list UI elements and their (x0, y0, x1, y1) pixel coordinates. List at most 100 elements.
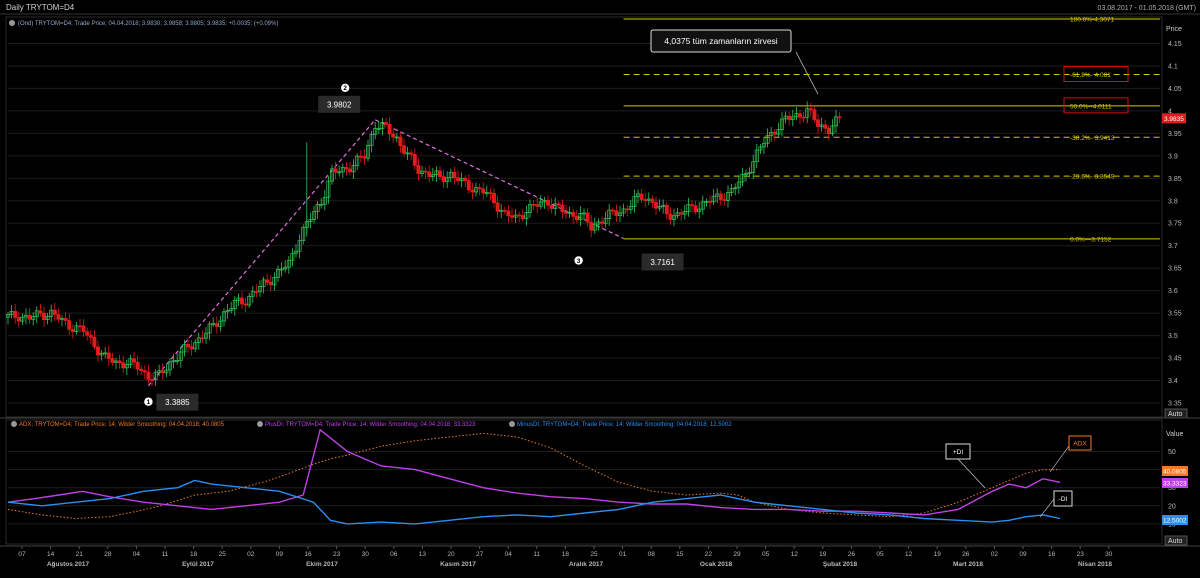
candle-body (787, 115, 792, 120)
x-day-tick: 05 (876, 551, 884, 558)
indicator-y-tick: 20 (1168, 503, 1176, 510)
chart-window: Daily TRYTOM=D4 03.08.2017 - 01.05.2018 … (0, 0, 1200, 578)
x-month-label: Kasım 2017 (440, 561, 476, 568)
price-y-tick: 3.75 (1168, 221, 1182, 228)
candle-body (398, 136, 403, 147)
candle-body (358, 155, 363, 158)
legend-icon (9, 20, 15, 26)
last-price-value: 3.9835 (1164, 116, 1184, 123)
candle-body (571, 211, 576, 217)
indicator-auto-label: Auto (1168, 538, 1183, 545)
candle-body (798, 113, 802, 118)
candle-body (438, 170, 442, 177)
x-day-tick: 21 (76, 551, 84, 558)
candle-body (564, 211, 568, 214)
x-day-tick: 25 (590, 551, 598, 558)
candle-body (70, 329, 75, 332)
candle-body (106, 352, 111, 359)
candle-body (549, 204, 554, 209)
fib-level-label: -61.8%- 4.081 (1070, 72, 1111, 79)
price-y-tick: 3.45 (1168, 356, 1182, 363)
x-month-label: Mart 2018 (953, 561, 983, 568)
x-day-tick: 09 (1019, 551, 1027, 558)
candle-body (243, 303, 248, 306)
candle-body (81, 325, 86, 333)
x-month-label: Eylül 2017 (182, 561, 214, 568)
x-day-tick: 15 (676, 551, 684, 558)
candle-body (816, 119, 820, 127)
indicator-legend-icon (257, 421, 263, 427)
x-day-tick: 13 (419, 551, 427, 558)
chart-svg[interactable]: Daily TRYTOM=D4 03.08.2017 - 01.05.2018 … (0, 0, 1200, 578)
x-day-tick: 11 (162, 551, 169, 558)
candle-body (427, 171, 432, 177)
candle-body (146, 371, 151, 380)
fib-level-label: -38.2%- 3.9413 (1070, 135, 1115, 142)
indicator-label-text: ADX (1073, 441, 1087, 448)
price-y-tick: 3.95 (1168, 131, 1182, 138)
price-axis-label: Price (1166, 26, 1182, 33)
indicator-legend-text: PlusDI; TRYTOM=D4; Trade Price; 14; Wild… (265, 422, 476, 428)
candle-body (200, 337, 205, 340)
x-day-tick: 04 (133, 551, 141, 558)
price-y-tick: 3.7 (1168, 243, 1178, 250)
candle-body (614, 210, 619, 216)
x-month-label: Aralık 2017 (569, 561, 604, 568)
price-y-tick: 4.05 (1168, 86, 1182, 93)
candle-body (78, 325, 82, 328)
x-day-tick: 19 (934, 551, 942, 558)
candle-body (67, 320, 72, 330)
candle-body (531, 204, 536, 206)
indicator-label-text: -DI (1059, 496, 1068, 503)
x-day-tick: 29 (733, 551, 741, 558)
candle-body (110, 358, 115, 363)
candle-body (823, 124, 828, 129)
candle-body (27, 314, 32, 320)
candle-body (477, 187, 482, 190)
annotation-value: 3.3885 (165, 398, 190, 407)
candle-body (556, 203, 561, 206)
candle-body (693, 205, 698, 213)
candle-body (801, 116, 806, 119)
x-day-tick: 19 (819, 551, 827, 558)
annotation-value: 3.7161 (650, 258, 675, 267)
x-day-tick: 01 (619, 551, 627, 558)
x-month-label: Ekim 2017 (306, 561, 338, 568)
x-day-tick: 18 (190, 551, 198, 558)
callout-text: 4,0375 tüm zamanların zirvesi (664, 36, 777, 46)
candle-body (139, 368, 144, 371)
candle-body (826, 127, 831, 135)
candle-body (506, 210, 511, 217)
price-y-tick: 3.6 (1168, 288, 1178, 295)
price-y-tick: 3.4 (1168, 378, 1178, 385)
candle-body (837, 116, 842, 119)
candle-body (348, 168, 352, 173)
candle-body (186, 343, 190, 348)
x-day-tick: 18 (562, 551, 570, 558)
candle-body (546, 200, 550, 206)
price-y-tick: 3.8 (1168, 198, 1178, 205)
annotation-value: 3.9802 (327, 100, 352, 109)
x-day-tick: 09 (276, 551, 284, 558)
candle-body (560, 204, 565, 213)
x-day-tick: 28 (104, 551, 112, 558)
indicator-last-value: 33.3323 (1163, 481, 1187, 488)
x-day-tick: 23 (1077, 551, 1085, 558)
candle-body (387, 123, 392, 135)
candle-body (481, 188, 486, 194)
candle-body (488, 192, 493, 194)
candle-body (16, 317, 21, 322)
indicator-legend-icon (509, 421, 515, 427)
candle-body (718, 193, 723, 200)
annotation-marker-number: 1 (147, 399, 151, 406)
candle-body (423, 170, 428, 173)
x-day-tick: 04 (505, 551, 513, 558)
fib-level-label: 0.0%---3.7152 (1070, 236, 1112, 243)
candle-body (610, 209, 615, 212)
price-y-tick: 3.85 (1168, 176, 1182, 183)
candle-body (722, 199, 727, 201)
x-day-tick: 14 (47, 551, 55, 558)
candle-body (391, 133, 396, 138)
candle-body (42, 312, 46, 320)
candle-body (625, 208, 630, 211)
